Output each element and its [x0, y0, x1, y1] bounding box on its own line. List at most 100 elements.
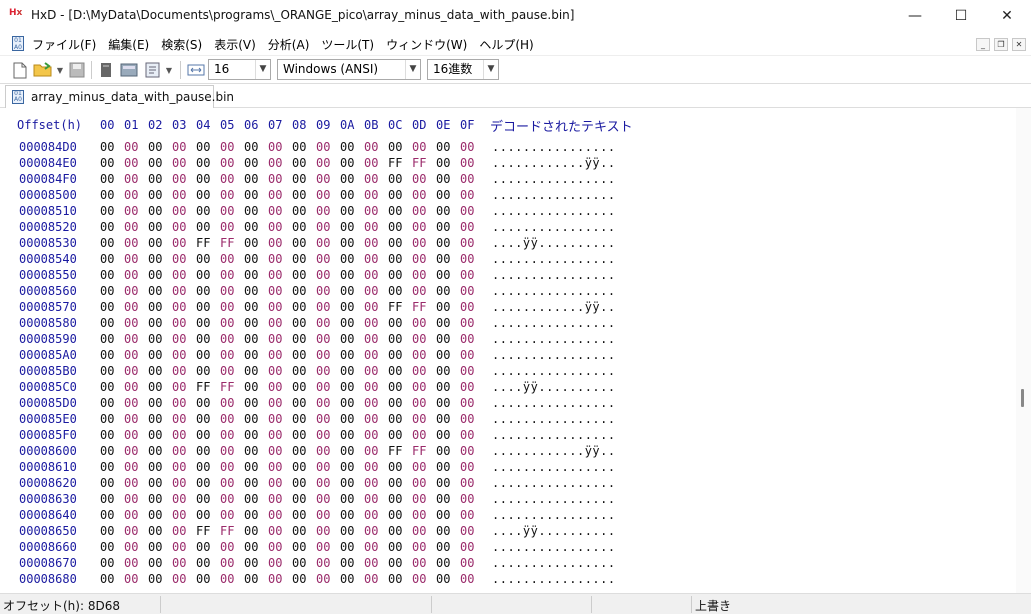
hex-byte[interactable]: 00: [340, 572, 354, 586]
hex-byte[interactable]: 00: [172, 524, 186, 538]
hex-byte[interactable]: 00: [124, 140, 138, 154]
hex-byte[interactable]: FF: [388, 300, 402, 314]
row-offset[interactable]: 00008620: [19, 476, 77, 490]
row-offset[interactable]: 000085B0: [19, 364, 77, 378]
hex-byte[interactable]: 00: [364, 428, 378, 442]
hex-byte[interactable]: 00: [220, 188, 234, 202]
hex-byte[interactable]: 00: [244, 140, 258, 154]
hex-byte[interactable]: 00: [100, 572, 114, 586]
hex-byte[interactable]: 00: [316, 268, 330, 282]
hex-byte[interactable]: 00: [220, 572, 234, 586]
hex-byte[interactable]: 00: [460, 492, 474, 506]
hex-byte[interactable]: 00: [196, 284, 210, 298]
hex-byte[interactable]: 00: [100, 252, 114, 266]
hex-byte[interactable]: 00: [124, 348, 138, 362]
hex-byte[interactable]: 00: [412, 204, 426, 218]
row-offset[interactable]: 00008560: [19, 284, 77, 298]
hex-byte[interactable]: 00: [100, 364, 114, 378]
hex-byte[interactable]: 00: [316, 396, 330, 410]
hex-byte[interactable]: 00: [172, 188, 186, 202]
hex-byte[interactable]: 00: [124, 508, 138, 522]
hex-byte[interactable]: 00: [340, 396, 354, 410]
hex-byte[interactable]: 00: [364, 380, 378, 394]
hex-byte[interactable]: FF: [388, 156, 402, 170]
hex-byte[interactable]: 00: [124, 236, 138, 250]
hex-byte[interactable]: 00: [148, 556, 162, 570]
hex-byte[interactable]: 00: [292, 188, 306, 202]
hex-byte[interactable]: 00: [196, 460, 210, 474]
hex-byte[interactable]: 00: [292, 332, 306, 346]
hex-byte[interactable]: 00: [148, 300, 162, 314]
hex-byte[interactable]: 00: [364, 156, 378, 170]
hex-byte[interactable]: 00: [412, 220, 426, 234]
hex-byte[interactable]: 00: [436, 380, 450, 394]
hex-byte[interactable]: 00: [148, 204, 162, 218]
hex-byte[interactable]: 00: [388, 172, 402, 186]
row-offset[interactable]: 00008660: [19, 540, 77, 554]
hex-byte[interactable]: 00: [196, 396, 210, 410]
hex-byte[interactable]: 00: [172, 444, 186, 458]
hex-byte[interactable]: 00: [268, 316, 282, 330]
decoded-text[interactable]: ................: [492, 572, 616, 586]
hex-byte[interactable]: 00: [292, 204, 306, 218]
hex-byte[interactable]: 00: [220, 140, 234, 154]
row-offset[interactable]: 00008610: [19, 460, 77, 474]
row-offset[interactable]: 00008500: [19, 188, 77, 202]
hex-byte[interactable]: 00: [124, 364, 138, 378]
hex-byte[interactable]: 00: [412, 316, 426, 330]
decoded-text[interactable]: ................: [492, 220, 616, 234]
hex-byte[interactable]: 00: [340, 412, 354, 426]
hex-byte[interactable]: 00: [292, 316, 306, 330]
hex-byte[interactable]: FF: [412, 444, 426, 458]
decoded-text[interactable]: ....ÿÿ..........: [492, 380, 616, 394]
hex-byte[interactable]: 00: [100, 556, 114, 570]
hex-byte[interactable]: 00: [388, 540, 402, 554]
hex-byte[interactable]: 00: [388, 364, 402, 378]
hex-byte[interactable]: 00: [124, 380, 138, 394]
bytes-per-row-select[interactable]: 16 ▼: [208, 59, 271, 80]
open-dropdown-icon[interactable]: ▼: [55, 60, 65, 80]
hex-byte[interactable]: 00: [124, 556, 138, 570]
decoded-text[interactable]: ................: [492, 364, 616, 378]
hex-byte[interactable]: 00: [364, 540, 378, 554]
decoded-text[interactable]: ................: [492, 172, 616, 186]
decoded-text[interactable]: ................: [492, 204, 616, 218]
hex-byte[interactable]: 00: [340, 524, 354, 538]
decoded-text[interactable]: ................: [492, 316, 616, 330]
hex-byte[interactable]: 00: [364, 364, 378, 378]
hex-byte[interactable]: 00: [436, 444, 450, 458]
row-offset[interactable]: 00008540: [19, 252, 77, 266]
hex-byte[interactable]: 00: [460, 444, 474, 458]
hex-byte[interactable]: 00: [436, 348, 450, 362]
hex-byte[interactable]: 00: [268, 508, 282, 522]
hex-byte[interactable]: 00: [172, 572, 186, 586]
hex-byte[interactable]: 00: [460, 460, 474, 474]
hex-byte[interactable]: 00: [172, 156, 186, 170]
hex-byte[interactable]: 00: [340, 492, 354, 506]
hex-byte[interactable]: 00: [340, 332, 354, 346]
hex-byte[interactable]: 00: [268, 524, 282, 538]
hex-byte[interactable]: 00: [412, 140, 426, 154]
hex-byte[interactable]: 00: [196, 444, 210, 458]
hex-byte[interactable]: 00: [436, 572, 450, 586]
hex-byte[interactable]: 00: [268, 236, 282, 250]
row-offset[interactable]: 00008650: [19, 524, 77, 538]
hex-byte[interactable]: 00: [244, 460, 258, 474]
hex-byte[interactable]: 00: [172, 380, 186, 394]
hex-byte[interactable]: 00: [460, 540, 474, 554]
hex-byte[interactable]: 00: [388, 220, 402, 234]
hex-byte[interactable]: 00: [220, 492, 234, 506]
hex-byte[interactable]: 00: [220, 364, 234, 378]
hex-byte[interactable]: FF: [220, 380, 234, 394]
hex-byte[interactable]: 00: [172, 412, 186, 426]
hex-byte[interactable]: 00: [172, 476, 186, 490]
hex-byte[interactable]: FF: [196, 236, 210, 250]
hex-byte[interactable]: 00: [172, 204, 186, 218]
hex-byte[interactable]: 00: [124, 444, 138, 458]
hex-byte[interactable]: 00: [172, 428, 186, 442]
menu-tools[interactable]: ツール(T): [320, 36, 375, 53]
hex-byte[interactable]: 00: [388, 204, 402, 218]
hex-byte[interactable]: 00: [364, 252, 378, 266]
decoded-text[interactable]: ................: [492, 348, 616, 362]
hex-byte[interactable]: 00: [220, 300, 234, 314]
